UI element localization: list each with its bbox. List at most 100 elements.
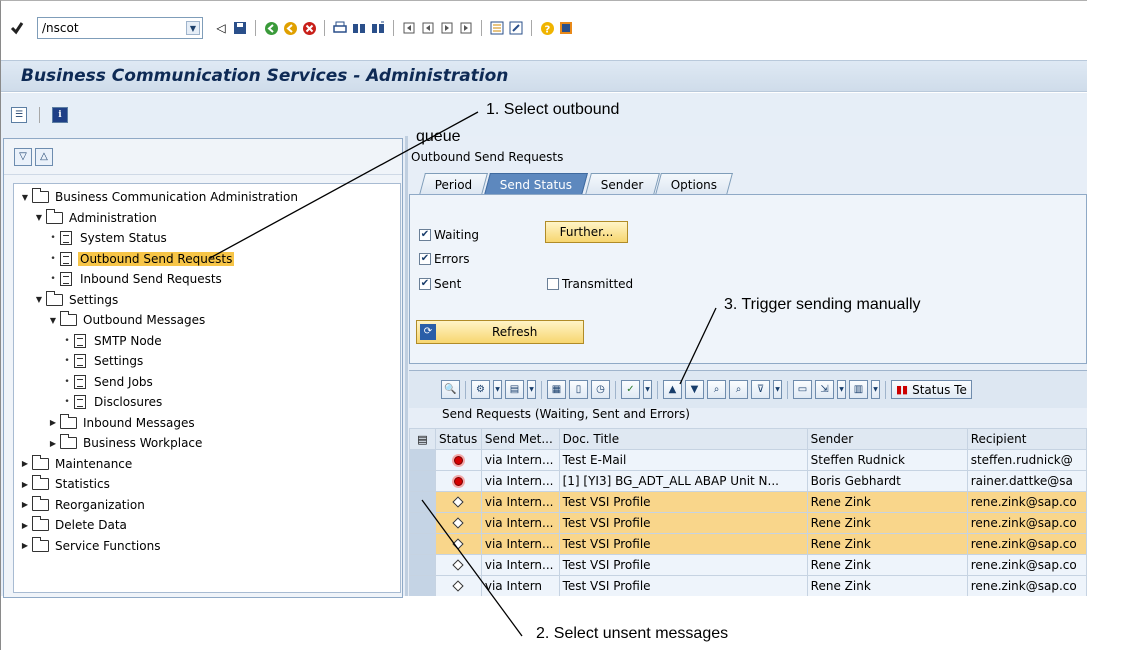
tree-toggle-icon[interactable]: ☰	[11, 106, 27, 123]
expand-arrow-icon[interactable]: ▶	[20, 521, 30, 530]
expand-arrow-icon[interactable]: ▶	[20, 480, 30, 489]
info-icon[interactable]: i	[52, 106, 68, 123]
shortcut-icon[interactable]	[508, 20, 524, 36]
collapse-arrow-icon[interactable]: ▼	[20, 193, 30, 202]
tree-node[interactable]: ▼ Settings	[34, 290, 120, 310]
tree-node[interactable]: • SMTP Node	[62, 331, 164, 351]
chevron-down-icon[interactable]: ▼	[837, 380, 846, 399]
chevron-down-icon[interactable]: ▼	[773, 380, 782, 399]
select-all-icon[interactable]: ▤	[409, 428, 436, 450]
tab-sender[interactable]: Sender	[584, 173, 660, 195]
print-preview-icon[interactable]: ▭	[793, 380, 812, 399]
table-row[interactable]: via Intern... Test VSI Profile Rene Zink re…	[409, 491, 1087, 513]
help-icon[interactable]: ?	[539, 20, 555, 36]
collapse-arrow-icon[interactable]: ▼	[34, 213, 44, 222]
column-header-status[interactable]: Status	[434, 428, 482, 450]
first-page-icon[interactable]	[401, 20, 417, 36]
column-header-sender[interactable]: Sender	[806, 428, 968, 450]
tree-node[interactable]: ▼ Business Communication Administration	[20, 187, 300, 207]
tab-options[interactable]: Options	[655, 173, 734, 195]
errors-checkbox[interactable]: ✔	[419, 253, 431, 265]
cancel-icon[interactable]	[301, 20, 317, 36]
prev-page-icon[interactable]	[420, 20, 436, 36]
find-icon[interactable]	[351, 20, 367, 36]
table-row[interactable]: via Intern... [1] [YI3] BG_ADT_ALL ABAP U…	[409, 470, 1087, 492]
clock-icon[interactable]: ◷	[591, 380, 610, 399]
transmitted-checkbox[interactable]	[547, 278, 559, 290]
row-selector[interactable]	[409, 470, 436, 492]
splitter[interactable]	[405, 136, 408, 596]
collapse-arrow-icon[interactable]: ▼	[48, 316, 58, 325]
print-icon[interactable]	[332, 20, 348, 36]
tree-node[interactable]: ▶ Service Functions	[20, 536, 162, 556]
tree-node[interactable]: • System Status	[48, 228, 169, 248]
tab-send-status[interactable]: Send Status	[484, 173, 589, 195]
row-selector[interactable]	[409, 512, 436, 534]
new-session-icon[interactable]	[489, 20, 505, 36]
tree-node[interactable]: • Outbound Send Requests	[48, 249, 235, 269]
tree-node[interactable]: • Send Jobs	[62, 372, 155, 392]
exit-icon[interactable]	[282, 20, 298, 36]
find-icon[interactable]: ⌕	[707, 380, 726, 399]
next-page-icon[interactable]	[439, 20, 455, 36]
table-row[interactable]: via Intern... Test VSI Profile Rene Zink re…	[409, 554, 1087, 576]
back-icon[interactable]: ◁	[213, 20, 229, 36]
chevron-down-icon[interactable]: ▼	[527, 380, 536, 399]
tree-node[interactable]: ▶ Maintenance	[20, 454, 134, 474]
further-button[interactable]: Further...	[545, 221, 628, 243]
tree-node[interactable]: • Settings	[62, 351, 145, 371]
expand-arrow-icon[interactable]: ▶	[48, 418, 58, 427]
export-icon[interactable]: ⇲	[815, 380, 834, 399]
row-selector[interactable]	[409, 449, 436, 471]
waiting-checkbox[interactable]: ✔	[419, 229, 431, 241]
tree-node[interactable]: ▶ Business Workplace	[48, 433, 204, 453]
tree-node[interactable]: ▶ Inbound Messages	[48, 413, 197, 433]
errors-checkbox-row[interactable]: ✔ Errors	[419, 252, 470, 266]
collapse-arrow-icon[interactable]: ▼	[34, 295, 44, 304]
waiting-checkbox-row[interactable]: ✔ Waiting	[419, 228, 479, 242]
tree-node[interactable]: ▶ Reorganization	[20, 495, 147, 515]
find-next-icon[interactable]: ⌕	[729, 380, 748, 399]
tree-node[interactable]: ▶ Delete Data	[20, 515, 129, 535]
tree-node[interactable]: ▼ Outbound Messages	[48, 310, 207, 330]
back-green-icon[interactable]	[263, 20, 279, 36]
layout-icon[interactable]: ▥	[849, 380, 868, 399]
expand-arrow-icon[interactable]: ▶	[20, 459, 30, 468]
row-selector[interactable]	[409, 575, 436, 596]
command-field[interactable]: /nscot ▼	[37, 17, 203, 39]
table-row[interactable]: via Intern... Test E-Mail Steffen Rudnick s…	[409, 449, 1087, 471]
find-next-icon[interactable]	[370, 20, 386, 36]
column-header-send-method[interactable]: Send Met...	[480, 428, 560, 450]
enter-icon[interactable]	[9, 20, 25, 36]
tab-period[interactable]: Period	[419, 173, 489, 195]
column-header-recipient[interactable]: Recipient	[966, 428, 1087, 450]
expand-all-icon[interactable]: ▽	[14, 147, 32, 166]
chevron-down-icon[interactable]: ▼	[643, 380, 652, 399]
chevron-down-icon[interactable]: ▼	[493, 380, 502, 399]
tree-node[interactable]: ▶ Statistics	[20, 474, 112, 494]
row-selector[interactable]	[409, 491, 436, 513]
table-row[interactable]: via Intern Test VSI Profile Rene Zink rene.…	[409, 575, 1087, 596]
row-selector[interactable]	[409, 533, 436, 555]
last-page-icon[interactable]	[458, 20, 474, 36]
details-icon[interactable]: 🔍	[441, 380, 460, 399]
collapse-all-icon[interactable]: △	[35, 147, 53, 166]
table-row[interactable]: via Intern... Test VSI Profile Rene Zink re…	[409, 512, 1087, 534]
sent-checkbox[interactable]: ✔	[419, 278, 431, 290]
layout-icon[interactable]	[558, 20, 574, 36]
chevron-down-icon[interactable]: ▼	[871, 380, 880, 399]
status-text-button[interactable]: ▮▮ Status Te	[891, 380, 972, 399]
set-filter-icon[interactable]: ⊽	[751, 380, 770, 399]
refresh-button[interactable]: ⟳ Refresh	[416, 320, 584, 344]
chevron-down-icon[interactable]: ▼	[186, 21, 200, 35]
sent-checkbox-row[interactable]: ✔ Sent	[419, 277, 461, 291]
row-selector[interactable]	[409, 554, 436, 576]
resend-icon[interactable]: ⚙	[471, 380, 490, 399]
document-icon[interactable]: ▤	[505, 380, 524, 399]
expand-arrow-icon[interactable]: ▶	[20, 541, 30, 550]
filter-icon[interactable]: ▦	[547, 380, 566, 399]
table-row[interactable]: via Intern... Test VSI Profile Rene Zink re…	[409, 533, 1087, 555]
delete-icon[interactable]: ▯	[569, 380, 588, 399]
transmitted-checkbox-row[interactable]: Transmitted	[547, 277, 633, 291]
sort-ascending-icon[interactable]: ▲	[663, 380, 682, 399]
